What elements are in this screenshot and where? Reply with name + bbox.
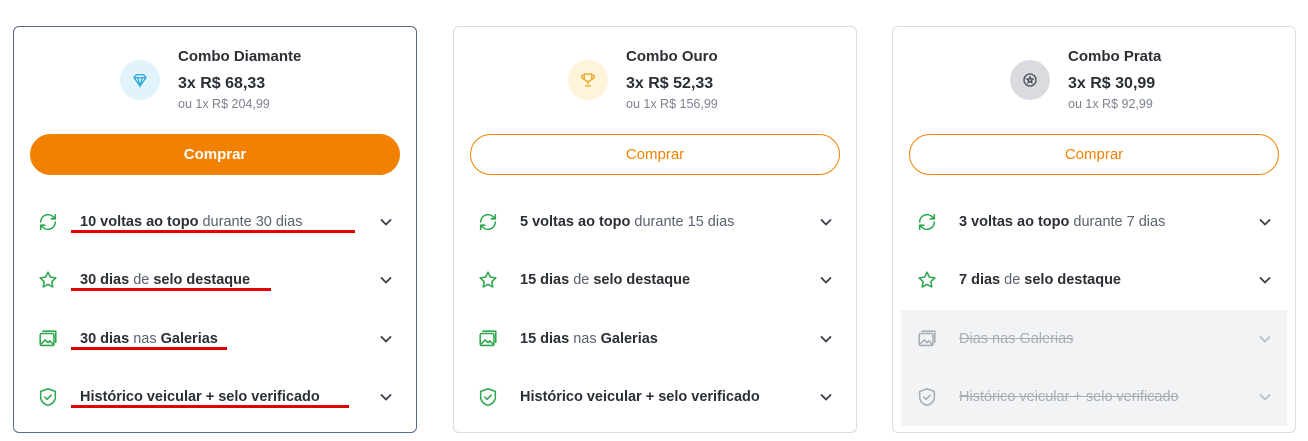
star-icon <box>36 268 60 292</box>
medal-icon <box>1010 60 1050 100</box>
feature-row[interactable]: Dias nas Galerias <box>901 310 1287 368</box>
trophy-icon <box>568 60 608 100</box>
combo-alt-price: ou 1x R$ 204,99 <box>178 97 270 111</box>
chevron-down-icon[interactable] <box>818 214 834 230</box>
buy-button[interactable]: Comprar <box>470 134 840 175</box>
feature-label: Histórico veicular + selo verificado <box>80 389 320 405</box>
annotation-underline <box>71 230 355 233</box>
annotation-underline <box>71 288 271 291</box>
feature-row[interactable]: 3 voltas ao topo durante 7 dias <box>893 193 1295 251</box>
feature-label: 15 dias de selo destaque <box>520 272 691 288</box>
chevron-down-icon[interactable] <box>378 331 394 347</box>
feature-row[interactable]: 15 dias de selo destaque <box>454 251 856 309</box>
feature-row[interactable]: Histórico veicular + selo verificado <box>14 368 416 426</box>
chevron-down-icon[interactable] <box>818 389 834 405</box>
feature-label: 5 voltas ao topo durante 15 dias <box>520 214 735 230</box>
feature-label: Histórico veicular + selo verificado <box>959 389 1179 405</box>
chevron-down-icon[interactable] <box>1257 331 1273 347</box>
combo-title: Combo Diamante <box>178 48 302 65</box>
combo-alt-price: ou 1x R$ 156,99 <box>626 97 718 111</box>
combo-price: 3x R$ 68,33 <box>178 75 266 92</box>
diamond-icon <box>120 60 160 100</box>
feature-row[interactable]: 30 dias de selo destaque <box>14 251 416 309</box>
feature-row[interactable]: Histórico veicular + selo verificado <box>901 368 1287 426</box>
buy-button[interactable]: Comprar <box>909 134 1279 175</box>
annotation-underline <box>71 347 227 350</box>
refresh-icon <box>476 210 500 234</box>
chevron-down-icon[interactable] <box>1257 214 1273 230</box>
chevron-down-icon[interactable] <box>378 272 394 288</box>
feature-label: 3 voltas ao topo durante 7 dias <box>959 214 1166 230</box>
chevron-down-icon[interactable] <box>818 272 834 288</box>
chevron-down-icon[interactable] <box>1257 272 1273 288</box>
feature-label: 30 dias nas Galerias <box>80 331 218 347</box>
chevron-down-icon[interactable] <box>378 389 394 405</box>
combo-header: Combo Prata 3x R$ 30,99 ou 1x R$ 92,99 <box>893 45 1295 125</box>
combo-title: Combo Prata <box>1068 48 1162 65</box>
chevron-down-icon[interactable] <box>818 331 834 347</box>
feature-label: 15 dias nas Galerias <box>520 331 658 347</box>
combo-card-ouro[interactable]: Combo Ouro 3x R$ 52,33 ou 1x R$ 156,99 C… <box>453 26 857 433</box>
feature-row[interactable]: 30 dias nas Galerias <box>14 310 416 368</box>
chevron-down-icon[interactable] <box>378 214 394 230</box>
refresh-icon <box>36 210 60 234</box>
combo-price: 3x R$ 30,99 <box>1068 75 1156 92</box>
feature-label: 7 dias de selo destaque <box>959 272 1121 288</box>
combo-header: Combo Diamante 3x R$ 68,33 ou 1x R$ 204,… <box>14 45 416 125</box>
combo-card-prata[interactable]: Combo Prata 3x R$ 30,99 ou 1x R$ 92,99 C… <box>892 26 1296 433</box>
combo-title: Combo Ouro <box>626 48 718 65</box>
gallery-icon <box>476 327 500 351</box>
feature-row[interactable]: 15 dias nas Galerias <box>454 310 856 368</box>
star-icon <box>476 268 500 292</box>
feature-label: 10 voltas ao topo durante 30 dias <box>80 214 303 230</box>
shield-check-icon <box>476 385 500 409</box>
star-icon <box>915 268 939 292</box>
combo-alt-price: ou 1x R$ 92,99 <box>1068 97 1153 111</box>
gallery-icon <box>915 327 939 351</box>
feature-row[interactable]: 10 voltas ao topo durante 30 dias <box>14 193 416 251</box>
feature-row[interactable]: 7 dias de selo destaque <box>893 251 1295 309</box>
buy-button[interactable]: Comprar <box>30 134 400 175</box>
shield-check-icon <box>36 385 60 409</box>
chevron-down-icon[interactable] <box>1257 389 1273 405</box>
annotation-underline <box>71 405 349 408</box>
shield-check-icon <box>915 385 939 409</box>
combo-price: 3x R$ 52,33 <box>626 75 714 92</box>
feature-row[interactable]: 5 voltas ao topo durante 15 dias <box>454 193 856 251</box>
gallery-icon <box>36 327 60 351</box>
feature-label: 30 dias de selo destaque <box>80 272 251 288</box>
feature-row[interactable]: Histórico veicular + selo verificado <box>454 368 856 426</box>
feature-label: Histórico veicular + selo verificado <box>520 389 760 405</box>
refresh-icon <box>915 210 939 234</box>
feature-label: Dias nas Galerias <box>959 331 1074 347</box>
combo-header: Combo Ouro 3x R$ 52,33 ou 1x R$ 156,99 <box>454 45 856 125</box>
